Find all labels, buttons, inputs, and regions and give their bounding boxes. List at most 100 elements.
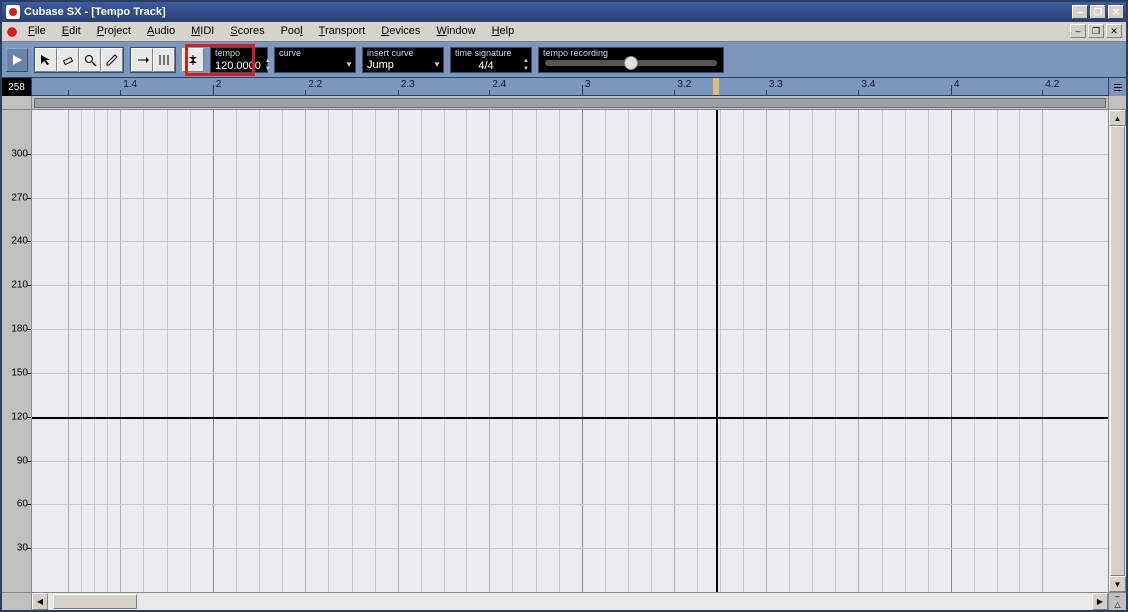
tempo-grid[interactable] (32, 110, 1108, 592)
yaxis-label: 120 (11, 411, 28, 422)
autoscroll-button[interactable] (131, 48, 153, 72)
grid-vline-sub (651, 110, 652, 592)
grid-hline (32, 548, 1108, 549)
select-tool[interactable] (35, 48, 57, 72)
grid-vline-sub (536, 110, 537, 592)
ruler-playhead-marker[interactable] (713, 78, 719, 95)
window-title: Cubase SX - [Tempo Track] (24, 6, 1072, 18)
titlebar: Cubase SX - [Tempo Track] – ❐ ✕ (2, 2, 1126, 22)
ruler-tick (398, 90, 399, 95)
grid-vline-sub (259, 110, 260, 592)
tempo-line[interactable] (32, 417, 1108, 419)
menu-devices[interactable]: Devices (373, 22, 428, 41)
yaxis-label: 270 (11, 192, 28, 203)
tempo-field[interactable]: tempo 120.0000 ▲▼ (210, 47, 268, 73)
curve-field[interactable]: curve ▼ (274, 47, 356, 73)
yaxis-tick (27, 329, 31, 330)
yaxis-tick (27, 198, 31, 199)
grid-vline-sub (835, 110, 836, 592)
time-signature-label: time signature (451, 48, 531, 58)
hscroll-thumb[interactable] (53, 594, 137, 609)
signature-strip-spacer (1108, 96, 1126, 110)
snap-button[interactable] (153, 48, 175, 72)
menu-project[interactable]: Project (89, 22, 139, 41)
ruler-label: 1.4 (123, 79, 137, 90)
activate-button[interactable] (6, 48, 28, 72)
grid-vline-sub (107, 110, 108, 592)
draw-tool[interactable] (101, 48, 123, 72)
ruler-tick (674, 90, 675, 95)
grid-vline-sub (559, 110, 560, 592)
minimize-button[interactable]: – (1072, 5, 1088, 19)
ruler-label: 2 (216, 79, 222, 90)
vscroll-up-button[interactable]: ▲ (1109, 110, 1126, 126)
yaxis-label: 210 (11, 280, 28, 291)
tempo-spin-up[interactable]: ▲ (265, 58, 271, 66)
grid-vline-sub (512, 110, 513, 592)
time-signature-field[interactable]: time signature 4/4 ▲▼ (450, 47, 532, 73)
tempo-recording-field: tempo recording (538, 47, 724, 73)
mdi-minimize-button[interactable]: – (1070, 24, 1086, 38)
grid-vline (120, 110, 121, 592)
grid-vline (398, 110, 399, 592)
maximize-button[interactable]: ❐ (1090, 5, 1106, 19)
mdi-restore-button[interactable]: ❐ (1088, 24, 1104, 38)
ruler-tick (305, 90, 306, 95)
menu-midi[interactable]: MIDI (183, 22, 222, 41)
zoom-tool[interactable] (79, 48, 101, 72)
curve-dropdown-icon[interactable]: ▼ (343, 60, 355, 69)
tempo-label: tempo (211, 48, 267, 58)
menu-transport[interactable]: Transport (311, 22, 374, 41)
grid-hline (32, 285, 1108, 286)
tempo-recording-slider[interactable] (545, 60, 717, 66)
timesig-spin-up[interactable]: ▲ (521, 58, 531, 66)
grid-hline (32, 154, 1108, 155)
grid-vline-sub (997, 110, 998, 592)
menu-pool[interactable]: Pool (273, 22, 311, 41)
ruler-tick (68, 90, 69, 95)
grid-vline-sub (743, 110, 744, 592)
hscroll-left-button[interactable]: ◀ (32, 593, 48, 610)
time-signature-value[interactable]: 4/4 (451, 60, 521, 72)
insert-curve-field[interactable]: insert curve Jump ▼ (362, 47, 444, 73)
hscroll-track[interactable] (48, 593, 1092, 610)
ruler-tick (951, 85, 952, 95)
signature-strip[interactable] (32, 96, 1108, 110)
bottom-left-corner (2, 592, 32, 610)
zoom-controls: – △ + (1108, 592, 1126, 610)
snap-type-button[interactable] (182, 48, 204, 72)
close-button[interactable]: ✕ (1108, 5, 1124, 19)
tempo-value[interactable]: 120.0000 (211, 60, 265, 72)
tempo-spin-down[interactable]: ▼ (265, 66, 271, 74)
ruler-options-button[interactable] (1108, 78, 1126, 96)
ruler-origin-value[interactable]: 258 (2, 78, 32, 96)
menu-scores[interactable]: Scores (222, 22, 272, 41)
menu-edit[interactable]: Edit (54, 22, 89, 41)
ruler-label: 2.4 (492, 79, 506, 90)
ruler-tick (1042, 90, 1043, 95)
ruler-label: 4.2 (1045, 79, 1059, 90)
grid-vline-sub (328, 110, 329, 592)
vscroll-thumb[interactable] (1110, 126, 1125, 576)
grid-vline (68, 110, 69, 592)
horizontal-scrollbar[interactable]: ◀ ▶ (32, 592, 1108, 610)
insert-curve-value[interactable]: Jump (363, 59, 431, 71)
hscroll-right-button[interactable]: ▶ (1092, 593, 1108, 610)
menu-window[interactable]: Window (428, 22, 483, 41)
tempo-recording-slider-thumb[interactable] (624, 56, 638, 70)
grid-vline-sub (974, 110, 975, 592)
menu-file[interactable]: File (20, 22, 54, 41)
erase-tool[interactable] (57, 48, 79, 72)
timesig-spin-down[interactable]: ▼ (521, 66, 531, 74)
yaxis-tick (27, 285, 31, 286)
menu-audio[interactable]: Audio (139, 22, 183, 41)
vscroll-down-button[interactable]: ▼ (1109, 576, 1126, 592)
insert-curve-dropdown-icon[interactable]: ▼ (431, 60, 443, 69)
mdi-close-button[interactable]: ✕ (1106, 24, 1122, 38)
vscroll-track[interactable] (1109, 126, 1126, 576)
app-window: Cubase SX - [Tempo Track] – ❐ ✕ FileEdit… (0, 0, 1128, 612)
menu-help[interactable]: Help (484, 22, 523, 41)
timeline-ruler[interactable]: 1.422.22.32.433.23.33.444.2 (32, 78, 1108, 96)
vertical-scrollbar[interactable]: ▲ ▼ (1108, 110, 1126, 592)
playhead[interactable] (716, 110, 718, 592)
